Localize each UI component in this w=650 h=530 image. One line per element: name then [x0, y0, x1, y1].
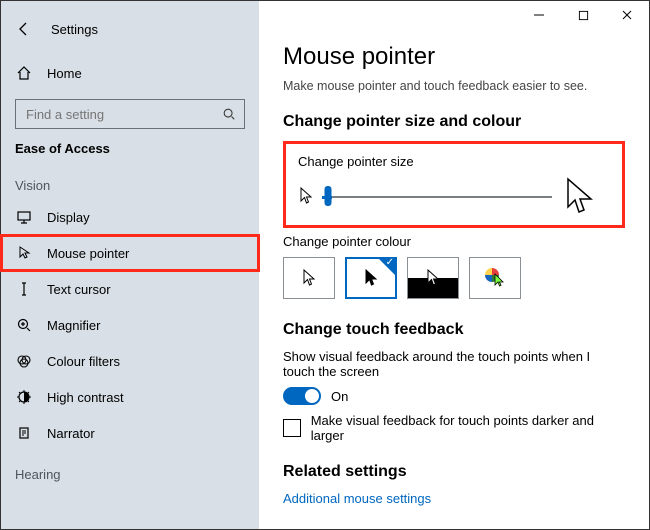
sidebar-item-magnifier[interactable]: Magnifier — [1, 307, 259, 343]
maximize-button[interactable] — [561, 1, 605, 29]
close-button[interactable] — [605, 1, 649, 29]
sidebar-item-mouse-pointer[interactable]: Mouse pointer — [1, 235, 259, 271]
text-cursor-icon — [15, 281, 33, 297]
search-input[interactable] — [15, 99, 245, 129]
pointer-colour-swatches — [283, 257, 625, 299]
sidebar-item-label: Mouse pointer — [47, 246, 245, 261]
window-controls — [517, 1, 649, 29]
pointer-size-section: Change pointer size — [283, 141, 625, 228]
pointer-large-icon — [564, 177, 594, 215]
pointer-small-icon — [298, 186, 314, 206]
colour-white[interactable] — [283, 257, 335, 299]
display-icon — [15, 209, 33, 225]
search-field[interactable] — [24, 106, 222, 123]
app-title: Settings — [51, 22, 98, 37]
narrator-icon — [15, 425, 33, 441]
minimize-button[interactable] — [517, 1, 561, 29]
sidebar-item-colour-filters[interactable]: Colour filters — [1, 343, 259, 379]
home-icon — [15, 65, 33, 81]
content: Mouse pointer Make mouse pointer and tou… — [259, 1, 649, 529]
sidebar-item-text-cursor[interactable]: Text cursor — [1, 271, 259, 307]
pointer-size-slider[interactable] — [322, 186, 552, 206]
sidebar: Settings Home Ease of Access Vision Disp… — [1, 1, 259, 529]
page-title: Mouse pointer — [283, 43, 625, 71]
sidebar-item-display[interactable]: Display — [1, 199, 259, 235]
sidebar-item-high-contrast[interactable]: High contrast — [1, 379, 259, 415]
darker-larger-label: Make visual feedback for touch points da… — [311, 413, 625, 443]
high-contrast-icon — [15, 389, 33, 405]
slider-thumb[interactable] — [325, 186, 332, 206]
search-icon — [222, 107, 236, 121]
colour-custom[interactable] — [469, 257, 521, 299]
section-title: Ease of Access — [1, 139, 259, 162]
sidebar-home[interactable]: Home — [1, 53, 259, 93]
group-hearing: Hearing — [1, 451, 259, 488]
sidebar-item-label: Narrator — [47, 426, 245, 441]
touch-text: Show visual feedback around the touch po… — [283, 349, 625, 379]
colour-filters-icon — [15, 353, 33, 369]
toggle-state: On — [331, 389, 348, 404]
pointer-size-label: Change pointer size — [298, 154, 610, 169]
touch-feedback-toggle[interactable] — [283, 387, 321, 405]
sidebar-home-label: Home — [47, 66, 245, 81]
magnifier-icon — [15, 317, 33, 333]
page-subtitle: Make mouse pointer and touch feedback ea… — [283, 79, 625, 93]
size-heading: Change pointer size and colour — [283, 113, 625, 131]
additional-mouse-settings-link[interactable]: Additional mouse settings — [283, 491, 625, 506]
sidebar-item-narrator[interactable]: Narrator — [1, 415, 259, 451]
colour-inverted[interactable] — [407, 257, 459, 299]
colour-black[interactable] — [345, 257, 397, 299]
sidebar-item-label: Display — [47, 210, 245, 225]
sidebar-item-label: Magnifier — [47, 318, 245, 333]
sidebar-item-label: Colour filters — [47, 354, 245, 369]
back-icon[interactable] — [15, 21, 33, 37]
touch-heading: Change touch feedback — [283, 321, 625, 339]
sidebar-item-label: Text cursor — [47, 282, 245, 297]
related-heading: Related settings — [283, 463, 625, 481]
group-vision: Vision — [1, 162, 259, 199]
darker-larger-checkbox[interactable] — [283, 419, 301, 437]
sidebar-item-label: High contrast — [47, 390, 245, 405]
mouse-pointer-icon — [15, 245, 33, 261]
pointer-colour-label: Change pointer colour — [283, 234, 625, 249]
back-row: Settings — [1, 7, 259, 51]
